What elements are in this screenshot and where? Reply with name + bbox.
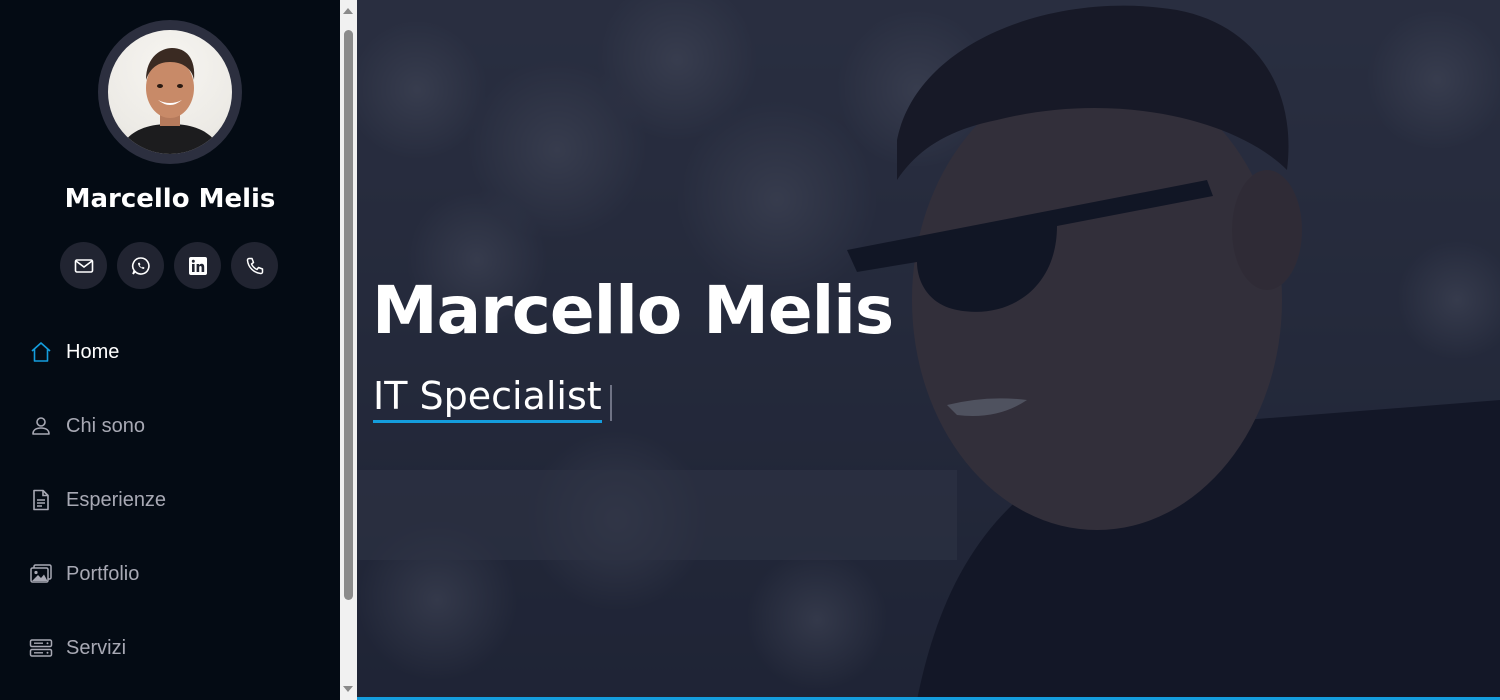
nav-label-servizi: Servizi	[66, 636, 127, 659]
sidebar-scrollbar[interactable]	[340, 0, 357, 700]
phone-button[interactable]	[231, 242, 278, 289]
nav-label-chi-sono: Chi sono	[66, 414, 145, 437]
page: Marcello Melis Home Chi sono Esperienze …	[0, 0, 1500, 700]
nav-label-portfolio: Portfolio	[66, 562, 140, 585]
nav-item-portfolio[interactable]: Portfolio	[29, 554, 139, 594]
envelope-icon	[74, 258, 93, 273]
scrollbar-thumb[interactable]	[344, 30, 353, 600]
social-links	[60, 242, 278, 289]
avatar-ring	[98, 20, 242, 164]
avatar-photo	[118, 48, 222, 154]
whatsapp-icon	[131, 256, 150, 275]
nav-label-esperienze: Esperienze	[66, 488, 167, 511]
sidebar: Marcello Melis Home Chi sono Esperienze …	[0, 0, 340, 700]
house-icon	[29, 340, 53, 364]
images-icon	[29, 562, 53, 586]
nav-label-home: Home	[66, 340, 120, 363]
nav-item-chi-sono[interactable]: Chi sono	[29, 406, 145, 446]
phone-icon	[246, 257, 263, 274]
hero-section: Marcello Melis IT Specialist	[357, 0, 1500, 700]
person-icon	[29, 414, 53, 438]
typing-cursor	[610, 385, 612, 421]
whatsapp-button[interactable]	[117, 242, 164, 289]
server-icon	[29, 636, 53, 660]
scroll-down-arrow-icon[interactable]	[343, 686, 353, 692]
document-icon	[29, 488, 53, 512]
linkedin-icon	[188, 256, 207, 275]
nav-item-home[interactable]: Home	[29, 332, 119, 372]
hero-subtitle: IT Specialist	[373, 374, 602, 423]
hero-title: Marcello Melis	[372, 272, 894, 349]
hero-overlay	[357, 0, 1500, 700]
nav-item-esperienze[interactable]: Esperienze	[29, 480, 166, 520]
profile-name: Marcello Melis	[64, 184, 276, 214]
avatar	[108, 30, 232, 154]
nav-item-servizi[interactable]: Servizi	[29, 628, 126, 668]
scroll-up-arrow-icon[interactable]	[343, 8, 353, 14]
linkedin-button[interactable]	[174, 242, 221, 289]
email-button[interactable]	[60, 242, 107, 289]
